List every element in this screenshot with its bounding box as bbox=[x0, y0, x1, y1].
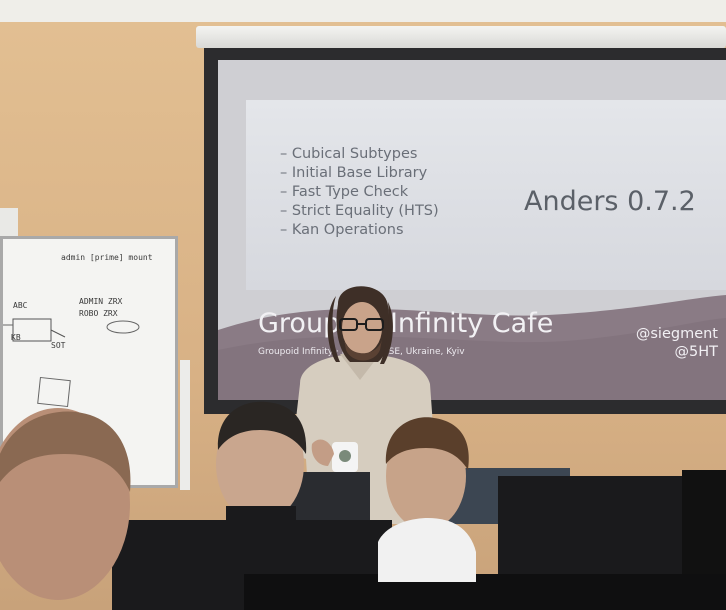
slide-bullet: – Cubical Subtypes bbox=[280, 146, 418, 162]
slide-version-heading: Anders 0.7.2 bbox=[524, 186, 696, 217]
ceiling bbox=[0, 0, 726, 22]
audience-member bbox=[216, 401, 307, 538]
slide-bullet: – Initial Base Library bbox=[280, 165, 428, 181]
whiteboard-stand bbox=[180, 360, 190, 490]
slide-bullet: – Fast Type Check bbox=[280, 184, 409, 200]
wall-sign bbox=[0, 208, 18, 236]
slide-handle: @siegment bbox=[635, 326, 718, 342]
slide-bullet-list: – Cubical Subtypes – Initial Base Librar… bbox=[280, 145, 439, 240]
slide-handle: @5HT bbox=[674, 344, 719, 360]
slide-bullet: – Kan Operations bbox=[280, 222, 404, 238]
projector-screen-housing bbox=[196, 26, 726, 48]
desk-edge bbox=[244, 574, 726, 610]
slide-bullet: – Strict Equality (HTS) bbox=[280, 203, 439, 219]
audience-member bbox=[378, 417, 476, 582]
audience-member bbox=[0, 408, 131, 600]
